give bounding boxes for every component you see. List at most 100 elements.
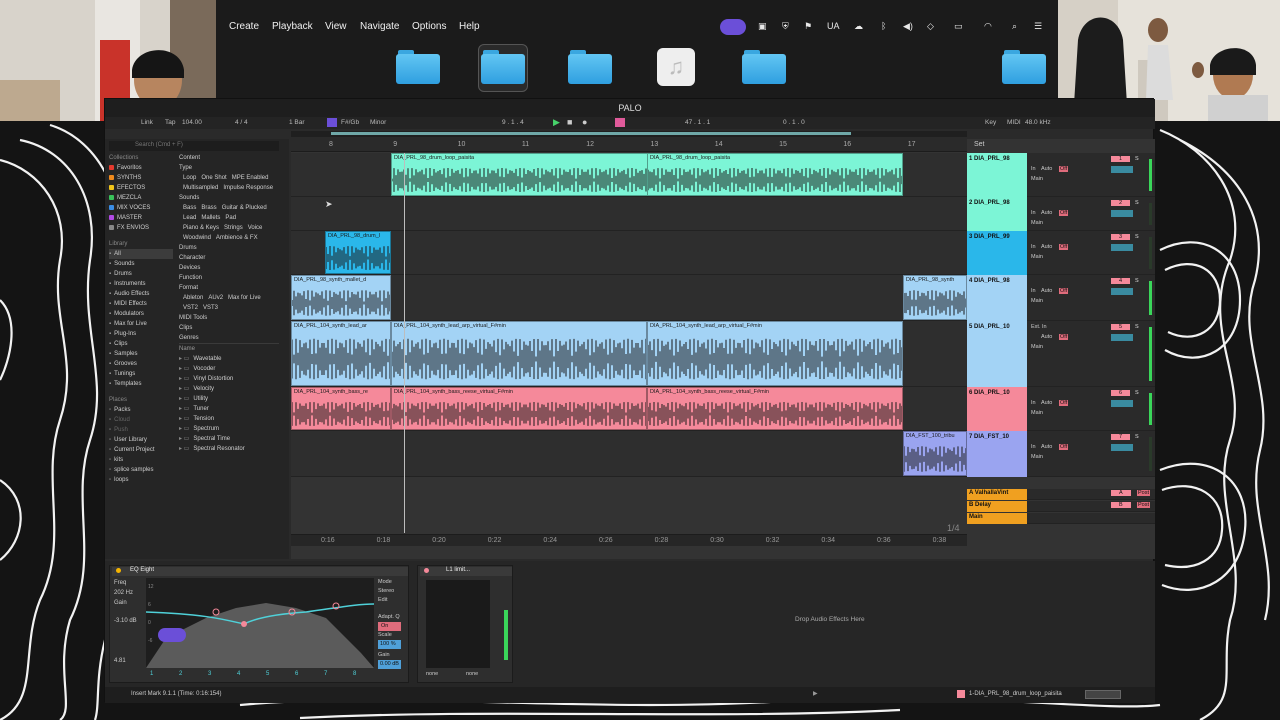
- filter-function[interactable]: Function: [179, 273, 279, 283]
- filter-character[interactable]: Character: [179, 253, 279, 263]
- collection-item[interactable]: SYNTHS: [109, 173, 173, 183]
- monitor-auto[interactable]: Auto: [1041, 166, 1052, 172]
- scale-icon[interactable]: [327, 118, 337, 127]
- browser-item[interactable]: ▸ ▭ Tuner: [179, 404, 279, 414]
- collection-item[interactable]: MEZCLA: [109, 193, 173, 203]
- monitor-auto[interactable]: Auto: [1041, 334, 1052, 340]
- audio-clip[interactable]: DIA_PRL_104_synth_bass_reese_virtual_F#m…: [391, 387, 647, 430]
- output-main[interactable]: Main: [1031, 220, 1043, 226]
- input-source[interactable]: UA: [827, 21, 840, 31]
- filter-genres[interactable]: Genres: [179, 333, 279, 343]
- volume-badge[interactable]: 4: [1111, 278, 1131, 284]
- folder-icon[interactable]: [396, 50, 440, 84]
- library-item-templates[interactable]: ▪ Templates: [109, 379, 173, 389]
- loop-length[interactable]: 0 . 1 . 0: [783, 119, 805, 126]
- monitor-in[interactable]: Ext. In: [1031, 324, 1047, 330]
- folder-icon[interactable]: [742, 50, 786, 84]
- cloud-icon[interactable]: ☁: [854, 21, 863, 32]
- filter-tag[interactable]: VST3: [203, 303, 218, 313]
- playhead[interactable]: [404, 153, 405, 533]
- tempo-field[interactable]: 104.00: [182, 119, 202, 126]
- adapt-q-toggle[interactable]: On: [378, 622, 401, 631]
- limiter-in[interactable]: none: [426, 671, 438, 677]
- volume-fader[interactable]: [1111, 444, 1133, 451]
- track-lane[interactable]: [291, 431, 967, 477]
- edit-toggle[interactable]: Edit: [378, 596, 401, 605]
- track-lane[interactable]: [291, 275, 967, 321]
- loop-start[interactable]: 47 . 1 . 1: [685, 119, 710, 126]
- solo-button[interactable]: S: [1135, 390, 1139, 396]
- volume-fader[interactable]: [1111, 166, 1133, 173]
- monitor-in[interactable]: In: [1031, 166, 1036, 172]
- monitor-off[interactable]: Off: [1059, 166, 1069, 172]
- filter-type[interactable]: Type: [179, 163, 279, 173]
- output-main[interactable]: Main: [1031, 454, 1043, 460]
- output-main[interactable]: Main: [1031, 254, 1043, 260]
- filter-tag[interactable]: Woodwind: [183, 233, 211, 243]
- browser-item[interactable]: ▸ ▭ Spectrum: [179, 424, 279, 434]
- monitor-in[interactable]: In: [1031, 210, 1036, 216]
- folder-icon[interactable]: [1002, 50, 1046, 84]
- monitor-off[interactable]: Off: [1059, 400, 1069, 406]
- dropbox-icon[interactable]: ◇: [927, 21, 934, 32]
- monitor-in[interactable]: In: [1031, 400, 1036, 406]
- library-item-grooves[interactable]: ▪ Grooves: [109, 359, 173, 369]
- filter-tag[interactable]: Loop: [183, 173, 196, 183]
- track-header[interactable]: 1 DIA_PRL_98: [967, 153, 1027, 197]
- audio-clip[interactable]: DIA_PRL_104_synth_lead_ar: [291, 321, 391, 386]
- collection-item[interactable]: MASTER: [109, 213, 173, 223]
- monitor-off[interactable]: Off: [1059, 244, 1069, 250]
- volume-badge[interactable]: 3: [1111, 234, 1131, 240]
- library-item-drums[interactable]: ▪ Drums: [109, 269, 173, 279]
- track-header[interactable]: 4 DIA_PRL_98: [967, 275, 1027, 321]
- audio-clip[interactable]: DIA_FST_100_tribu: [903, 431, 967, 476]
- filter-tag[interactable]: Impulse Response: [223, 183, 273, 193]
- return-track-header[interactable]: Main: [967, 513, 1027, 524]
- monitor-in[interactable]: In: [1031, 444, 1036, 450]
- browser-item[interactable]: ▸ ▭ Vinyl Distortion: [179, 374, 279, 384]
- filter-tag[interactable]: AUv2: [208, 293, 223, 303]
- track-lane[interactable]: [291, 197, 967, 231]
- solo-button[interactable]: S: [1135, 234, 1139, 240]
- bluetooth-icon[interactable]: ᛒ: [881, 21, 886, 31]
- menu-help[interactable]: Help: [459, 21, 480, 32]
- audio-clip[interactable]: DIA_PRL_98_drum_l: [325, 231, 391, 274]
- volume-badge[interactable]: 6: [1111, 390, 1131, 396]
- filter-format[interactable]: Format: [179, 283, 279, 293]
- solo-button[interactable]: S: [1135, 434, 1139, 440]
- browser-item[interactable]: ▸ ▭ Spectral Resonator: [179, 444, 279, 454]
- monitor-in[interactable]: In: [1031, 244, 1036, 250]
- eq-band-toggle[interactable]: 8: [353, 671, 356, 677]
- set-button[interactable]: Set: [974, 141, 985, 148]
- browser-item[interactable]: ▸ ▭ Tension: [179, 414, 279, 424]
- return-badge[interactable]: A: [1111, 490, 1131, 496]
- calendar-icon[interactable]: ▣: [758, 21, 767, 32]
- filter-tag[interactable]: Lead: [183, 213, 196, 223]
- output-main[interactable]: Main: [1031, 298, 1043, 304]
- browser-item[interactable]: ▸ ▭ Wavetable: [179, 354, 279, 364]
- arrangement-overview[interactable]: [291, 131, 967, 137]
- link-button[interactable]: Link: [141, 119, 153, 126]
- monitor-off[interactable]: Off: [1059, 288, 1069, 294]
- filter-tag[interactable]: Pad: [225, 213, 236, 223]
- audio-clip[interactable]: DIA_PRL_98_drum_loop_paisita: [647, 153, 903, 196]
- library-item-plug-ins[interactable]: ▪ Plug-Ins: [109, 329, 173, 339]
- post-button[interactable]: Post: [1137, 502, 1151, 508]
- solo-button[interactable]: S: [1135, 278, 1139, 284]
- key-select[interactable]: F#/Gb: [341, 119, 359, 126]
- menu-navigate[interactable]: Navigate: [360, 21, 399, 32]
- filter-tag[interactable]: MPE Enabled: [232, 173, 269, 183]
- track-header[interactable]: 2 DIA_PRL_98: [967, 197, 1027, 231]
- song-position[interactable]: 9 . 1 . 4: [502, 119, 524, 126]
- folder-icon[interactable]: [481, 50, 525, 84]
- monitor-off[interactable]: Off: [1059, 210, 1069, 216]
- browser-item[interactable]: ▸ ▭ Vocoder: [179, 364, 279, 374]
- return-track-header[interactable]: A ValhallaVint: [967, 489, 1027, 500]
- filter-tag[interactable]: Strings: [224, 223, 243, 233]
- solo-button[interactable]: S: [1135, 200, 1139, 206]
- volume-badge[interactable]: 7: [1111, 434, 1131, 440]
- eq-graph[interactable]: [146, 578, 374, 668]
- audio-clip[interactable]: DIA_PRL_98_synth_mallet_d: [291, 275, 391, 320]
- return-track-header[interactable]: B Delay: [967, 501, 1027, 512]
- audio-clip[interactable]: DIA_PRL_104_synth_bass_reese_virtual_F#m…: [647, 387, 903, 430]
